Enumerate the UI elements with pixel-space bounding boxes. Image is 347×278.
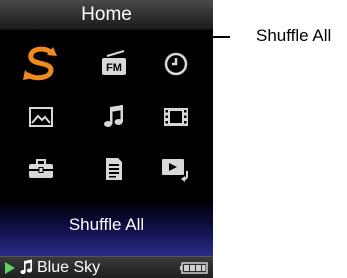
- player-screen: Home FM Shuffle All Blue Sky: [0, 0, 213, 278]
- selected-item-label: Shuffle All: [68, 215, 145, 234]
- music-note-icon: [104, 105, 123, 127]
- video-film-icon: [164, 108, 188, 126]
- menu-item-now-playing[interactable]: [148, 145, 204, 193]
- clock-icon: [164, 52, 188, 76]
- menu-item-document[interactable]: [86, 145, 142, 193]
- menu-item-photo[interactable]: [13, 93, 69, 141]
- menu-item-video[interactable]: [148, 93, 204, 141]
- menu-item-settings[interactable]: [13, 145, 69, 193]
- shuffle-all-icon: [23, 46, 57, 81]
- now-playing-track: Blue Sky: [37, 259, 101, 276]
- menu-item-music[interactable]: [86, 93, 142, 141]
- music-note-small-icon: [20, 259, 32, 274]
- document-icon: [106, 158, 122, 180]
- menu-item-fm-radio[interactable]: FM: [86, 40, 142, 88]
- svg-text:FM: FM: [106, 62, 122, 74]
- menu-item-shuffle-all[interactable]: [13, 40, 69, 88]
- callout-label: Shuffle All: [256, 26, 332, 45]
- callout-leader-line: [37, 36, 230, 38]
- menu-item-clock[interactable]: [148, 40, 204, 88]
- play-icon: [5, 262, 15, 274]
- home-menu-grid: FM: [0, 30, 213, 202]
- now-playing-icon: [162, 159, 188, 182]
- screen-title: Home: [0, 0, 213, 30]
- settings-toolbox-icon: [29, 159, 53, 178]
- photo-icon: [29, 107, 53, 127]
- fm-radio-icon: FM: [102, 50, 126, 75]
- status-bar: Blue Sky: [0, 256, 213, 278]
- battery-icon: [180, 262, 208, 274]
